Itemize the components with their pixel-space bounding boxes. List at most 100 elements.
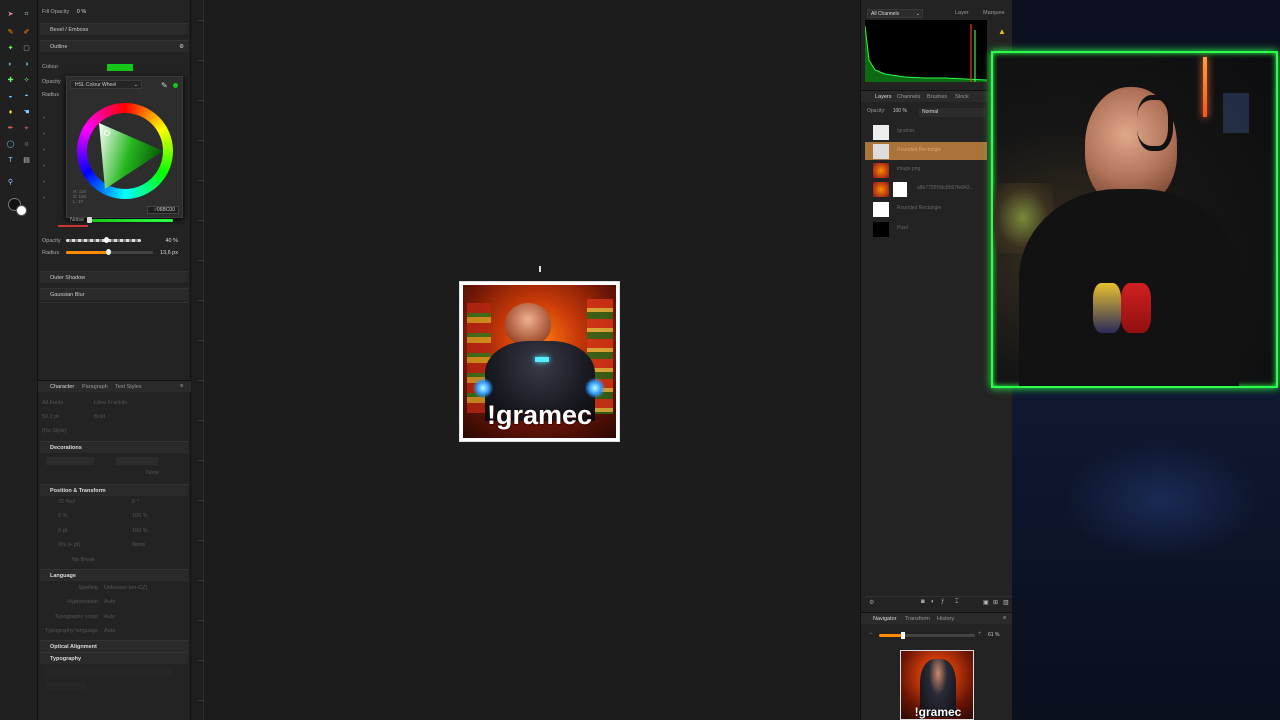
no-style[interactable]: (No Style) bbox=[42, 428, 66, 434]
tab-channels[interactable]: Channels bbox=[897, 94, 920, 100]
marquee-tool-icon[interactable]: ▢ bbox=[22, 44, 31, 53]
navigator-preview[interactable]: !gramec bbox=[900, 650, 974, 720]
gaussian-blur-section[interactable]: Gaussian Blur bbox=[40, 288, 188, 300]
flood-fill-icon[interactable]: ◐ bbox=[6, 60, 15, 69]
dodge-tool-icon[interactable]: ◒ bbox=[6, 92, 15, 101]
brush-tool-icon[interactable]: ✎ bbox=[6, 28, 15, 37]
gear-icon[interactable]: ⚙ bbox=[179, 41, 184, 53]
outline-colour-swatch[interactable] bbox=[107, 64, 133, 71]
move-tool-icon[interactable]: ➤ bbox=[6, 10, 15, 19]
menu-icon[interactable]: ≡ bbox=[1003, 615, 1006, 621]
tab-layer[interactable]: Layer bbox=[955, 10, 969, 16]
spelling-value[interactable]: Unknown (en-CZ) bbox=[104, 583, 147, 593]
selection-brush-icon[interactable]: ✦ bbox=[6, 44, 15, 53]
paint-tool-icon[interactable]: ✐ bbox=[22, 28, 31, 37]
gradient-tool-icon[interactable]: ◑ bbox=[22, 60, 31, 69]
tab-character[interactable]: Character bbox=[50, 384, 74, 390]
clone-tool-icon[interactable]: ✚ bbox=[6, 76, 15, 85]
fx-icon[interactable]: ƒ bbox=[941, 599, 944, 605]
outline-section[interactable]: Outline ⚙ bbox=[40, 40, 188, 52]
folder-icon[interactable]: ▣ bbox=[983, 599, 989, 606]
layer-item-selected[interactable]: Rounded Rectangle bbox=[865, 142, 987, 160]
typo-script-value[interactable]: Auto bbox=[104, 612, 115, 622]
smudge-tool-icon[interactable]: ☚ bbox=[22, 108, 31, 117]
bevel-emboss-section[interactable]: Bevel / Emboss bbox=[40, 23, 188, 35]
zoom-slider[interactable] bbox=[879, 634, 903, 637]
blend-mode-select[interactable]: Normal bbox=[919, 108, 985, 117]
hyphenation-value[interactable]: Auto bbox=[104, 597, 115, 607]
eyedropper-icon[interactable]: ✎ bbox=[161, 81, 168, 90]
table-tool-icon[interactable]: ▤ bbox=[22, 156, 31, 165]
tab-stock[interactable]: Stock bbox=[955, 94, 969, 100]
position-transform-section[interactable]: Position & Transform bbox=[40, 484, 188, 496]
secondary-color-swatch[interactable] bbox=[16, 205, 27, 216]
tab-brushes[interactable]: Brushes bbox=[927, 94, 947, 100]
crop-tool-icon[interactable]: ⌗ bbox=[22, 10, 31, 19]
pin-icon[interactable]: ⌶ bbox=[955, 599, 959, 606]
layer-item[interactable]: a8b7795f3dc8067fe843... bbox=[865, 180, 987, 198]
decoration-buttons[interactable] bbox=[46, 457, 94, 465]
font-size[interactable]: 59,1 pt bbox=[42, 414, 59, 420]
language-section[interactable]: Language bbox=[40, 569, 188, 581]
layer-item[interactable]: Rounded Rectangle bbox=[865, 200, 987, 218]
layer-item[interactable]: !gramec bbox=[865, 123, 987, 141]
artwork-artboard[interactable]: !gramec bbox=[459, 281, 620, 442]
mask-icon[interactable]: ◙ bbox=[921, 599, 925, 605]
radius2-value[interactable]: 13,6 px bbox=[160, 248, 178, 258]
decoration-buttons-2[interactable] bbox=[116, 457, 158, 465]
warning-icon[interactable]: ▲ bbox=[998, 27, 1006, 36]
menu-icon[interactable]: ≡ bbox=[180, 383, 183, 389]
tab-navigator[interactable]: Navigator bbox=[873, 616, 897, 622]
font-weight[interactable]: Bold bbox=[94, 412, 105, 422]
adjustment-icon[interactable]: ◐ bbox=[931, 599, 935, 605]
fill-opacity-value[interactable]: 0 % bbox=[77, 9, 86, 15]
trash-icon[interactable]: ▥ bbox=[1003, 599, 1009, 606]
typography-buttons[interactable] bbox=[46, 668, 171, 676]
text-tool-icon[interactable]: T bbox=[6, 156, 15, 165]
rotation-handle[interactable] bbox=[539, 266, 541, 272]
noise-slider-handle[interactable] bbox=[87, 217, 92, 223]
layer-item[interactable]: Pixel bbox=[865, 220, 987, 238]
blur-tool-icon[interactable]: ♦ bbox=[6, 108, 15, 117]
zoom-in-icon[interactable]: + bbox=[978, 631, 982, 637]
add-layer-icon[interactable]: ⊞ bbox=[993, 599, 998, 606]
radius2-slider-handle[interactable] bbox=[106, 249, 111, 255]
sponge-tool-icon[interactable]: ◓ bbox=[22, 92, 31, 101]
pen-tool-icon[interactable]: ✒ bbox=[6, 124, 15, 133]
hue-wheel[interactable] bbox=[77, 103, 173, 199]
font-collection[interactable]: All Fonts bbox=[42, 400, 63, 406]
tab-layers[interactable]: Layers bbox=[875, 94, 892, 100]
radius2-slider[interactable] bbox=[66, 251, 108, 254]
tab-history[interactable]: History bbox=[937, 616, 954, 622]
zoom-tool-icon[interactable]: ⚲ bbox=[6, 178, 15, 187]
opacity2-value[interactable]: 40 % bbox=[165, 236, 178, 246]
typo-lang-value[interactable]: Auto bbox=[104, 626, 115, 636]
ellipse-tool-icon[interactable]: ○ bbox=[22, 140, 31, 149]
layer-item[interactable]: image.png bbox=[865, 161, 987, 179]
decorations-section[interactable]: Decorations bbox=[40, 441, 188, 453]
zoom-value[interactable]: 61 % bbox=[988, 632, 999, 638]
channels-select[interactable]: All Channels ⌄ bbox=[867, 9, 923, 18]
hex-field[interactable]: #06BC00 bbox=[147, 206, 179, 214]
retouch-tool-icon[interactable]: ✧ bbox=[22, 76, 31, 85]
zoom-slider-handle[interactable] bbox=[901, 632, 905, 639]
tab-paragraph[interactable]: Paragraph bbox=[82, 384, 108, 390]
layer-opacity-value[interactable]: 100 % bbox=[893, 108, 907, 114]
font-name[interactable]: Libre Franklin bbox=[94, 398, 127, 408]
shape-tool-icon[interactable]: ◯ bbox=[6, 140, 15, 149]
tab-text-styles[interactable]: Text Styles bbox=[115, 384, 142, 390]
noise-slider[interactable] bbox=[88, 219, 173, 222]
opacity2-slider-handle[interactable] bbox=[104, 237, 109, 243]
settings-icon[interactable]: ⚙ bbox=[869, 599, 874, 606]
saturation-triangle[interactable] bbox=[77, 103, 173, 199]
tab-transform[interactable]: Transform bbox=[905, 616, 930, 622]
zoom-out-icon[interactable]: − bbox=[869, 631, 873, 637]
colour-mode-select[interactable]: HSL Colour Wheel ⌄ bbox=[70, 80, 142, 89]
typography-section[interactable]: Typography bbox=[40, 652, 188, 664]
node-tool-icon[interactable]: ⌖ bbox=[22, 124, 31, 133]
optical-alignment-section[interactable]: Optical Alignment bbox=[40, 640, 188, 652]
artwork-caption-text[interactable]: !gramec bbox=[460, 400, 619, 431]
no-break-row[interactable]: No Break bbox=[72, 555, 186, 565]
typography-buttons-2[interactable] bbox=[46, 682, 86, 690]
tab-marquee[interactable]: Marquee bbox=[983, 10, 1005, 16]
